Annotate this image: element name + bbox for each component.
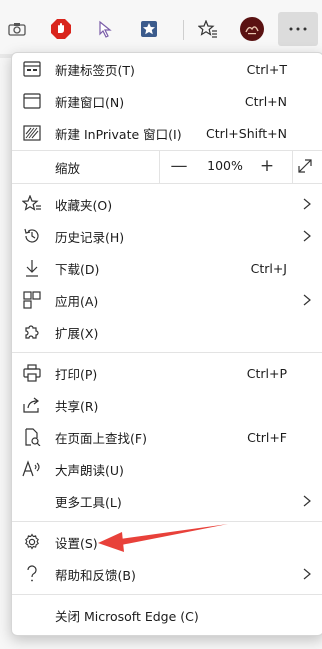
menu-item-label: 收藏夹(O) (55, 197, 113, 213)
chevron-right-icon (301, 197, 313, 211)
menu-item-share[interactable]: 共享(R) (12, 389, 322, 421)
share-icon (22, 395, 42, 415)
menu-item-shortcut: Ctrl+Shift+N (206, 125, 287, 141)
menu-item-print[interactable]: 打印(P) Ctrl+P (12, 357, 322, 389)
menu-item-downloads[interactable]: 下载(D) Ctrl+J (12, 252, 322, 284)
inprivate-window-icon (22, 123, 42, 143)
menu-divider (12, 521, 322, 522)
menu-item-shortcut: Ctrl+F (247, 429, 287, 445)
menu-item-label: 共享(R) (55, 398, 99, 414)
zoom-out-button[interactable]: — (169, 156, 189, 176)
history-icon (22, 226, 42, 246)
menu-item-label: 应用(A) (55, 293, 99, 309)
zoom-controls: — 100% + (159, 150, 293, 183)
chevron-right-icon (301, 229, 313, 243)
extensions-icon (22, 322, 42, 342)
favorites-icon (22, 194, 42, 214)
fullscreen-icon[interactable] (296, 157, 314, 175)
menu-item-label: 大声朗读(U) (55, 462, 124, 478)
menu-item-label: 在页面上查找(F) (55, 430, 147, 446)
menu-item-label: 新建窗口(N) (55, 94, 125, 110)
settings-icon (22, 532, 42, 552)
menu-item-shortcut: Ctrl+J (250, 260, 287, 276)
menu-item-new-inprivate-window[interactable]: 新建 InPrivate 窗口(I) Ctrl+Shift+N (12, 117, 322, 149)
menu-item-shortcut: Ctrl+N (244, 93, 287, 109)
new-window-icon (22, 91, 42, 111)
find-on-page-icon (22, 427, 42, 447)
chevron-right-icon (301, 567, 313, 581)
menu-item-label: 新建 InPrivate 窗口(I) (55, 126, 182, 142)
menu-item-read-aloud[interactable]: 大声朗读(U) (12, 453, 322, 485)
adblock-icon[interactable] (46, 14, 76, 44)
menu-divider (12, 183, 322, 184)
menu-item-new-window[interactable]: 新建窗口(N) Ctrl+N (12, 85, 322, 117)
chevron-right-icon (301, 293, 313, 307)
print-icon (22, 363, 42, 383)
menu-item-shortcut: Ctrl+P (246, 365, 287, 381)
menu-item-apps[interactable]: 应用(A) (12, 284, 322, 316)
cursor-extension-icon[interactable] (90, 14, 120, 44)
zoom-label: 缩放 (55, 161, 81, 176)
menu-item-label: 下载(D) (55, 261, 100, 277)
favorites-collection-icon[interactable] (193, 14, 223, 44)
read-aloud-icon (22, 459, 42, 479)
zoom-row: 缩放 — 100% + (12, 150, 322, 183)
menu-item-help-and-feedback[interactable]: 帮助和反馈(B) (12, 558, 322, 590)
apps-icon (22, 290, 42, 310)
menu-item-history[interactable]: 历史记录(H) (12, 220, 322, 252)
star-extension-icon[interactable] (134, 14, 164, 44)
menu-item-label: 扩展(X) (55, 325, 99, 341)
settings-and-more-menu: 新建标签页(T) Ctrl+T 新建窗口(N) Ctrl+N 新建 InPriv… (11, 52, 322, 636)
menu-item-label: 设置(S) (55, 535, 98, 551)
menu-item-label: 更多工具(L) (55, 494, 122, 510)
camera-icon[interactable] (2, 14, 32, 44)
menu-item-label: 关闭 Microsoft Edge (C) (55, 608, 199, 624)
zoom-in-button[interactable]: + (257, 156, 277, 176)
menu-divider (12, 594, 322, 595)
menu-item-label: 新建标签页(T) (55, 62, 135, 78)
menu-item-favorites[interactable]: 收藏夹(O) (12, 188, 322, 220)
download-icon (22, 258, 42, 278)
zoom-value: 100% (207, 158, 243, 173)
chevron-right-icon (301, 494, 313, 508)
toolbar-divider (183, 20, 184, 40)
menu-item-label: 帮助和反馈(B) (55, 567, 136, 583)
help-icon (22, 564, 42, 584)
menu-item-more-tools[interactable]: 更多工具(L) (12, 485, 322, 517)
profile-avatar-icon[interactable] (237, 14, 267, 44)
new-tab-icon (22, 59, 42, 79)
menu-item-extensions[interactable]: 扩展(X) (12, 316, 322, 348)
menu-item-close-edge[interactable]: 关闭 Microsoft Edge (C) (12, 599, 322, 631)
browser-toolbar (0, 0, 322, 58)
menu-item-label: 打印(P) (55, 366, 98, 382)
menu-item-label: 历史记录(H) (55, 229, 125, 245)
more-menu-icon[interactable] (278, 12, 318, 46)
menu-item-settings[interactable]: 设置(S) (12, 526, 322, 558)
menu-item-new-tab[interactable]: 新建标签页(T) Ctrl+T (12, 53, 322, 85)
menu-divider (12, 352, 322, 353)
menu-item-shortcut: Ctrl+T (246, 61, 287, 77)
menu-item-find-on-page[interactable]: 在页面上查找(F) Ctrl+F (12, 421, 322, 453)
